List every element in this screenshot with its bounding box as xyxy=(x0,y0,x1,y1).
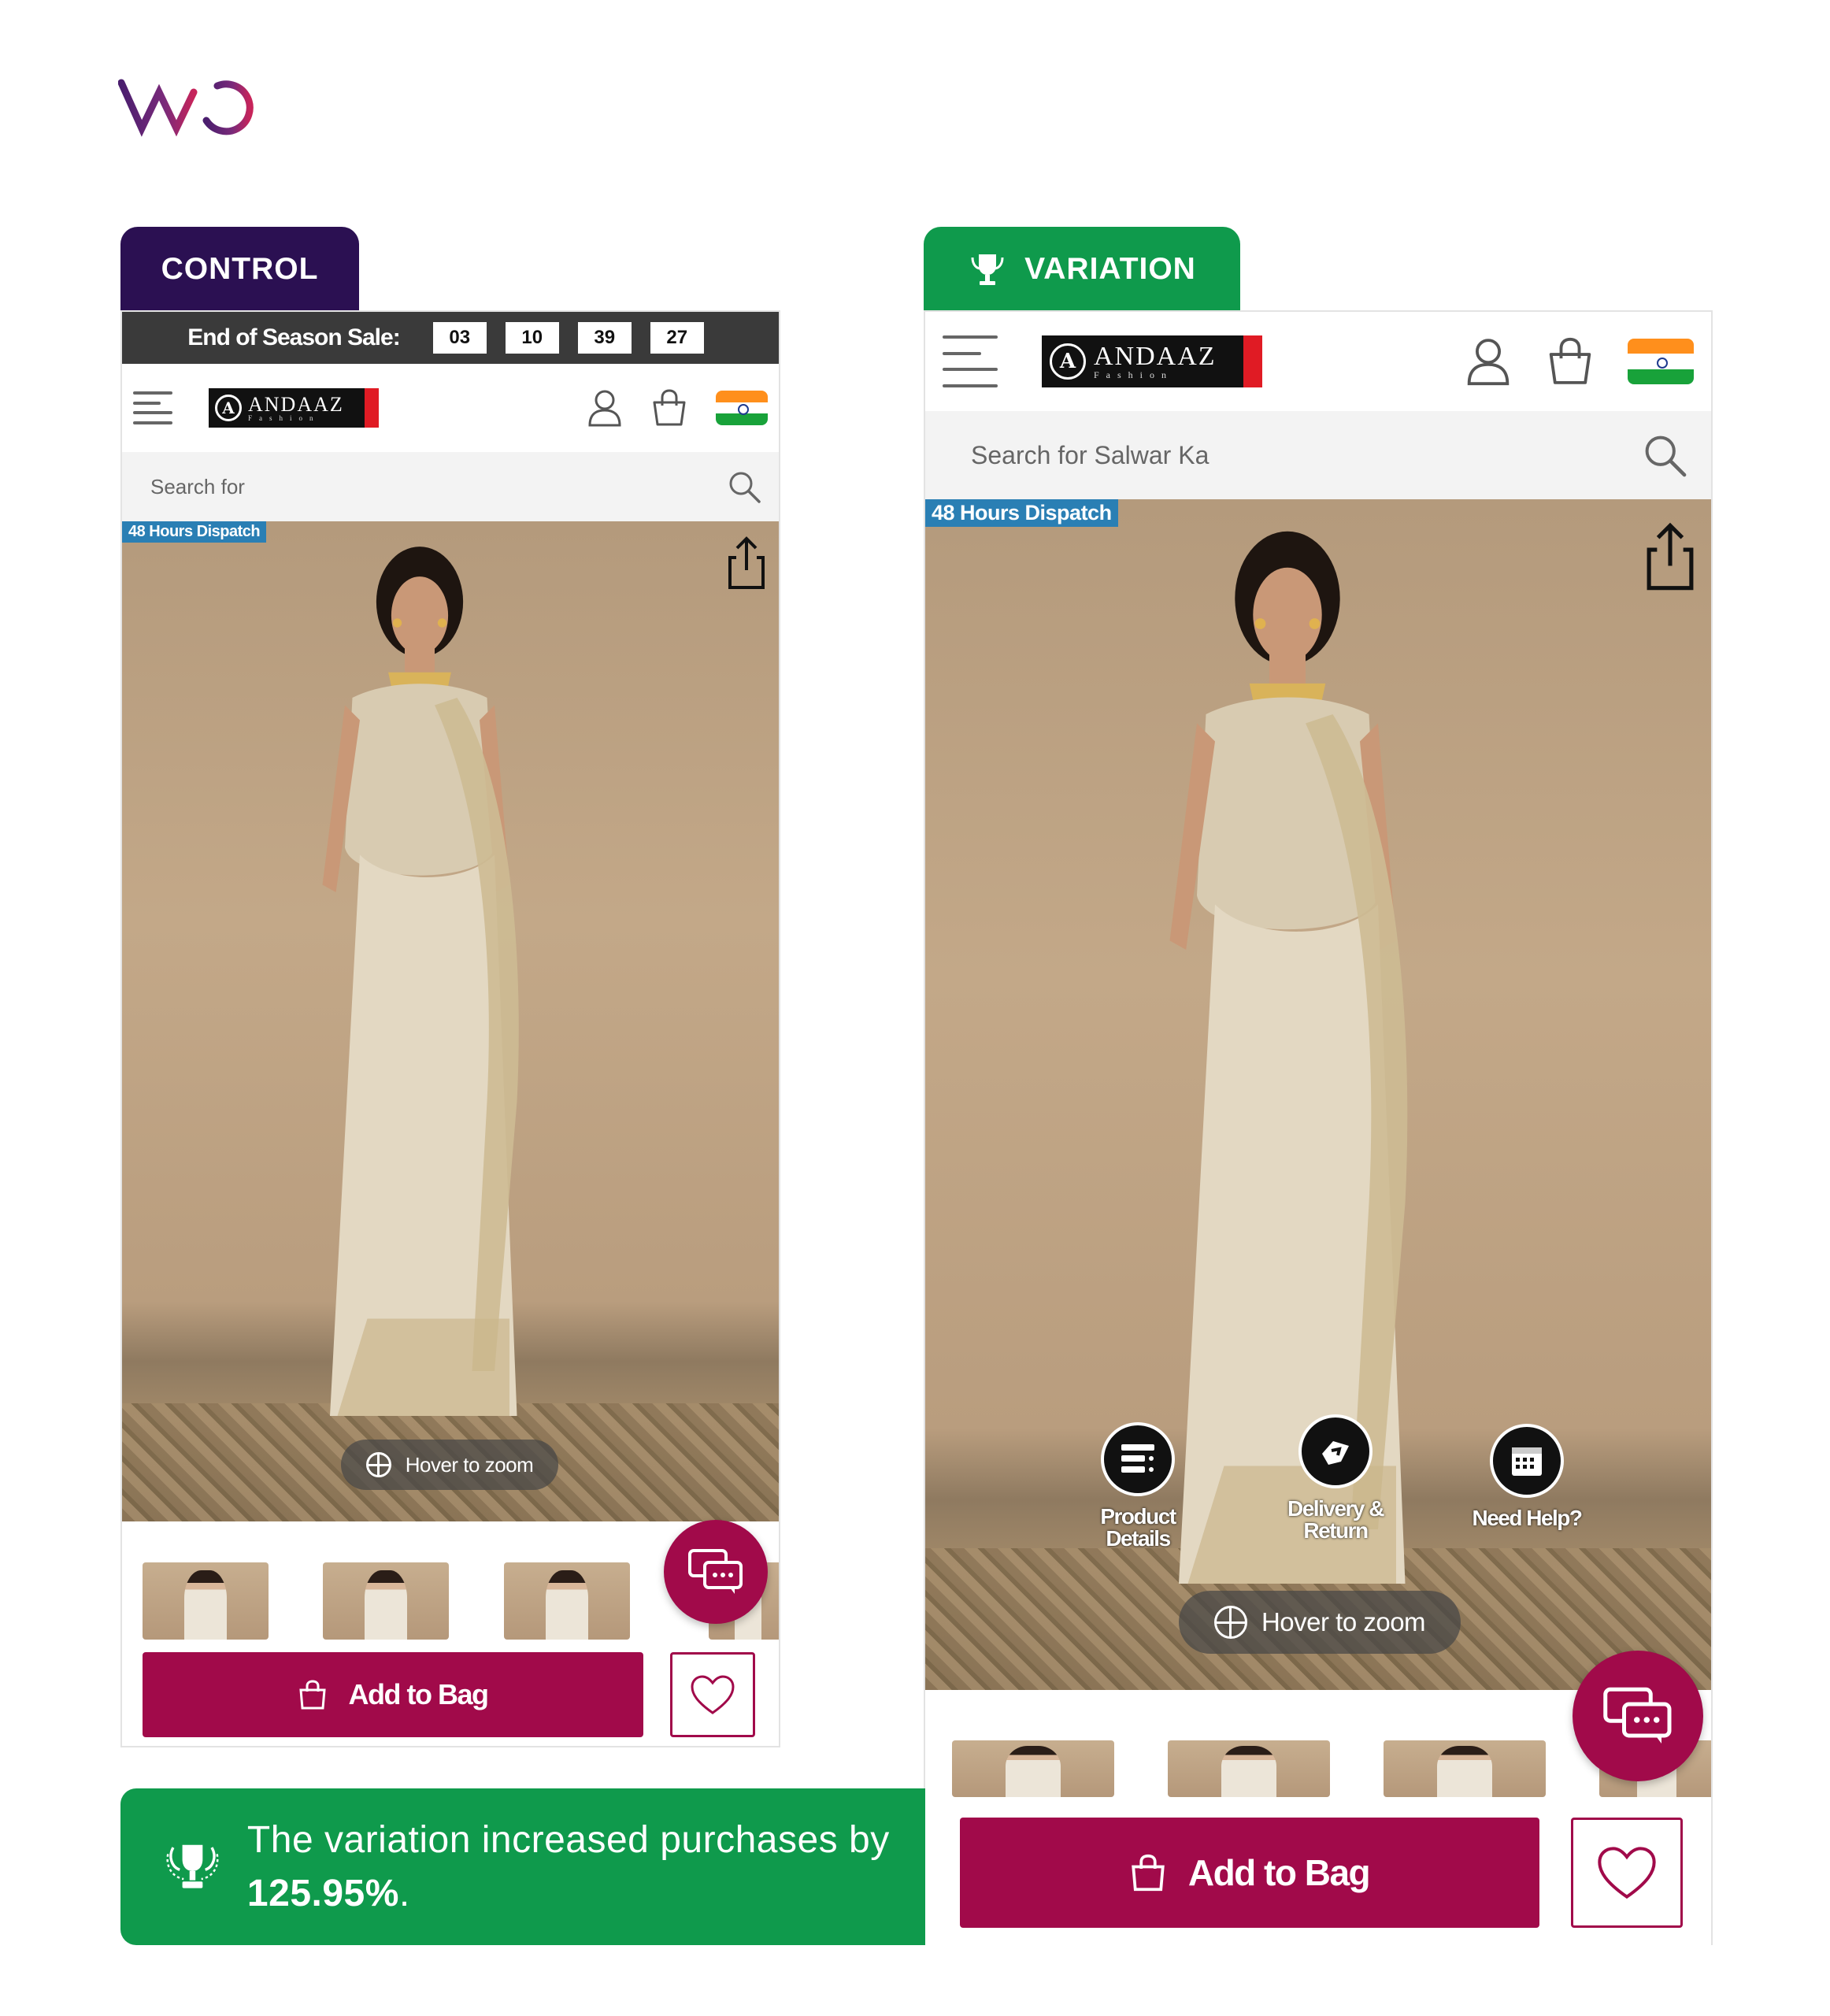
andaaz-logo[interactable]: A ANDAAZ Fashion xyxy=(1042,335,1262,387)
sale-label: End of Season Sale: xyxy=(187,324,400,350)
thumbnail-2[interactable] xyxy=(323,1562,449,1640)
globe-icon xyxy=(1213,1606,1247,1639)
search-input[interactable]: Search for xyxy=(150,475,727,499)
logo-sub: Fashion xyxy=(1094,369,1174,380)
result-message: The variation increased purchases by 125… xyxy=(247,1814,925,1921)
bag-icon[interactable] xyxy=(651,388,687,428)
thumbnail-3[interactable] xyxy=(504,1562,630,1640)
header-icons xyxy=(1464,336,1694,387)
add-to-bag-label: Add to Bag xyxy=(348,1678,489,1710)
header: A ANDAAZ Fashion xyxy=(122,364,779,452)
help-calendar-icon xyxy=(1512,1447,1542,1476)
result-suffix: . xyxy=(398,1872,410,1914)
sale-countdown-bar: End of Season Sale: 03 10 39 27 xyxy=(122,312,779,364)
quick-link-product-details[interactable]: Product Details xyxy=(1091,1422,1185,1550)
quick-link-delivery-return[interactable]: Delivery & Return xyxy=(1276,1414,1395,1542)
variation-phone-screen: A ANDAAZ Fashion Search for Salwar Ka 48… xyxy=(924,310,1713,1945)
bag-icon[interactable] xyxy=(1546,336,1595,387)
bag-icon xyxy=(298,1680,326,1710)
thumbnail-3[interactable] xyxy=(1384,1740,1546,1797)
add-to-bag-button[interactable]: Add to Bag xyxy=(143,1652,643,1737)
thumbnail-2[interactable] xyxy=(1168,1740,1330,1797)
hover-to-zoom-label: Hover to zoom xyxy=(1261,1607,1426,1636)
thumbnail-1[interactable] xyxy=(952,1740,1114,1797)
countdown-days: 03 xyxy=(432,322,487,354)
trophy-icon xyxy=(971,254,1004,285)
vwo-logo xyxy=(118,79,254,137)
chat-icon xyxy=(1603,1687,1672,1744)
result-text: The variation increased purchases by xyxy=(246,1818,890,1861)
india-flag-icon[interactable] xyxy=(716,391,768,425)
heart-icon xyxy=(1598,1847,1656,1899)
search-icon[interactable] xyxy=(727,469,761,504)
dispatch-badge: 48 Hours Dispatch xyxy=(925,499,1118,527)
quick-link-label: Delivery & Return xyxy=(1287,1496,1384,1543)
chat-button[interactable] xyxy=(664,1520,768,1624)
logo-sub: Fashion xyxy=(248,413,320,422)
add-to-bag-button[interactable]: Add to Bag xyxy=(960,1818,1539,1928)
andaaz-logo[interactable]: A ANDAAZ Fashion xyxy=(209,388,379,428)
countdown-minutes: 39 xyxy=(577,322,632,354)
india-flag-icon[interactable] xyxy=(1628,339,1694,384)
quick-link-need-help[interactable]: Need Help? xyxy=(1464,1424,1590,1529)
result-value: 125.95% xyxy=(246,1872,399,1914)
tab-variation-label: VARIATION xyxy=(1024,252,1196,286)
search-bar[interactable]: Search for xyxy=(122,452,779,521)
hover-to-zoom: Hover to zoom xyxy=(341,1440,558,1490)
user-icon[interactable] xyxy=(1464,336,1513,387)
user-icon[interactable] xyxy=(587,388,623,428)
countdown-seconds: 27 xyxy=(650,322,704,354)
hover-to-zoom-label: Hover to zoom xyxy=(405,1452,534,1477)
action-bar: Add to Bag xyxy=(925,1797,1711,1945)
list-icon xyxy=(1121,1444,1154,1473)
header: A ANDAAZ Fashion xyxy=(925,312,1711,411)
tab-control: CONTROL xyxy=(120,227,359,312)
bag-icon xyxy=(1132,1854,1165,1892)
trophy-icon xyxy=(166,1844,219,1888)
share-icon[interactable] xyxy=(727,536,766,591)
heart-icon xyxy=(691,1675,735,1714)
tab-variation: VARIATION xyxy=(924,227,1240,312)
share-icon[interactable] xyxy=(1645,521,1695,592)
quick-link-label: Product Details xyxy=(1100,1504,1176,1551)
wishlist-button[interactable] xyxy=(670,1652,755,1737)
model-saree-image xyxy=(322,547,519,1416)
add-to-bag-label: Add to Bag xyxy=(1187,1852,1371,1893)
control-phone-screen: End of Season Sale: 03 10 39 27 A ANDAAZ… xyxy=(120,310,780,1747)
header-icons xyxy=(587,388,768,428)
hover-to-zoom: Hover to zoom xyxy=(1179,1591,1461,1654)
dispatch-badge: 48 Hours Dispatch xyxy=(122,521,267,543)
action-bar: Add to Bag xyxy=(122,1640,779,1746)
menu-icon[interactable] xyxy=(133,391,172,424)
quick-link-label: Need Help? xyxy=(1472,1506,1583,1530)
delivery-icon xyxy=(1322,1441,1349,1465)
menu-icon[interactable] xyxy=(943,335,998,387)
search-icon[interactable] xyxy=(1642,432,1687,478)
product-image[interactable]: 48 Hours Dispatch Hover to zoom xyxy=(122,521,779,1521)
product-image[interactable]: 48 Hours Dispatch Product Details Delive… xyxy=(925,499,1711,1690)
logo-name: ANDAAZ xyxy=(1094,342,1217,371)
chat-icon xyxy=(688,1549,743,1594)
search-bar[interactable]: Search for Salwar Ka xyxy=(925,411,1711,499)
chat-button[interactable] xyxy=(1573,1651,1703,1781)
countdown-hours: 10 xyxy=(505,322,559,354)
globe-icon xyxy=(365,1452,391,1477)
search-input[interactable]: Search for Salwar Ka xyxy=(971,441,1642,470)
logo-name: ANDAAZ xyxy=(248,392,344,416)
result-banner: The variation increased purchases by 125… xyxy=(120,1788,925,1945)
thumbnail-1[interactable] xyxy=(143,1562,269,1640)
wishlist-button[interactable] xyxy=(1571,1818,1683,1928)
